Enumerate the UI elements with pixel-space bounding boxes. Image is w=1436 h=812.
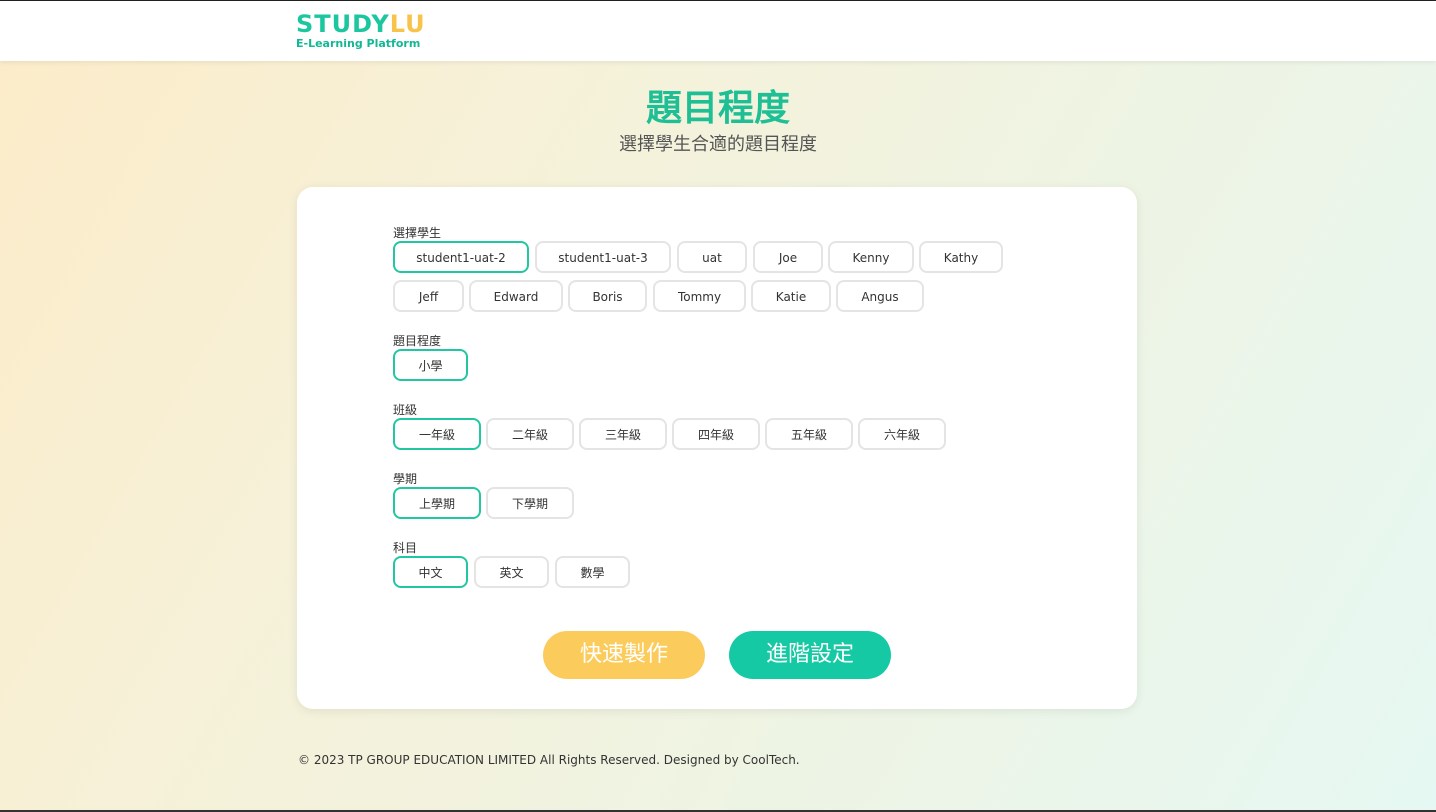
settings-card: 選擇學生 student1-uat-2 student1-uat-3 uat J… [297, 187, 1137, 709]
logo[interactable]: STUDYLU E-Learning Platform [296, 11, 426, 50]
grade-section-label: 班級 [393, 403, 418, 417]
grade-option[interactable]: 四年級 [672, 418, 760, 450]
term-section-label: 學期 [393, 472, 418, 486]
grade-option[interactable]: 三年級 [579, 418, 667, 450]
quick-create-button[interactable]: 快速製作 [543, 631, 705, 679]
student-option[interactable]: Jeff [393, 280, 464, 312]
page-title: 題目程度 [645, 88, 790, 129]
header-bar: STUDYLU E-Learning Platform [0, 1, 1436, 61]
student-option[interactable]: Tommy [653, 280, 746, 312]
student-option[interactable]: Kenny [828, 241, 914, 273]
student-option[interactable]: student1-uat-3 [535, 241, 671, 273]
grade-option[interactable]: 六年級 [858, 418, 946, 450]
level-section-label: 題目程度 [393, 334, 442, 348]
subject-option[interactable]: 中文 [393, 556, 468, 588]
logo-tagline: E-Learning Platform [296, 37, 421, 50]
student-option[interactable]: Kathy [919, 241, 1003, 273]
grade-option[interactable]: 二年級 [486, 418, 574, 450]
term-option[interactable]: 下學期 [486, 487, 574, 519]
subject-section-label: 科目 [393, 541, 418, 555]
student-section-label: 選擇學生 [393, 226, 442, 240]
logo-wordmark: STUDYLU [296, 10, 426, 38]
student-option[interactable]: Angus [836, 280, 924, 312]
grade-option[interactable]: 五年級 [765, 418, 853, 450]
student-option[interactable]: Katie [751, 280, 831, 312]
grade-option[interactable]: 一年級 [393, 418, 481, 450]
student-option[interactable]: Joe [753, 241, 823, 273]
student-option[interactable]: Edward [469, 280, 563, 312]
term-option[interactable]: 上學期 [393, 487, 481, 519]
student-option[interactable]: student1-uat-2 [393, 241, 529, 273]
subject-option[interactable]: 英文 [474, 556, 549, 588]
subject-option[interactable]: 數學 [555, 556, 630, 588]
advanced-settings-button[interactable]: 進階設定 [729, 631, 891, 679]
student-option[interactable]: Boris [568, 280, 647, 312]
footer-copyright: © 2023 TP GROUP EDUCATION LIMITED All Ri… [298, 753, 800, 767]
student-option[interactable]: uat [677, 241, 747, 273]
page-subtitle: 選擇學生合適的題目程度 [619, 134, 817, 155]
level-option[interactable]: 小學 [393, 349, 468, 381]
